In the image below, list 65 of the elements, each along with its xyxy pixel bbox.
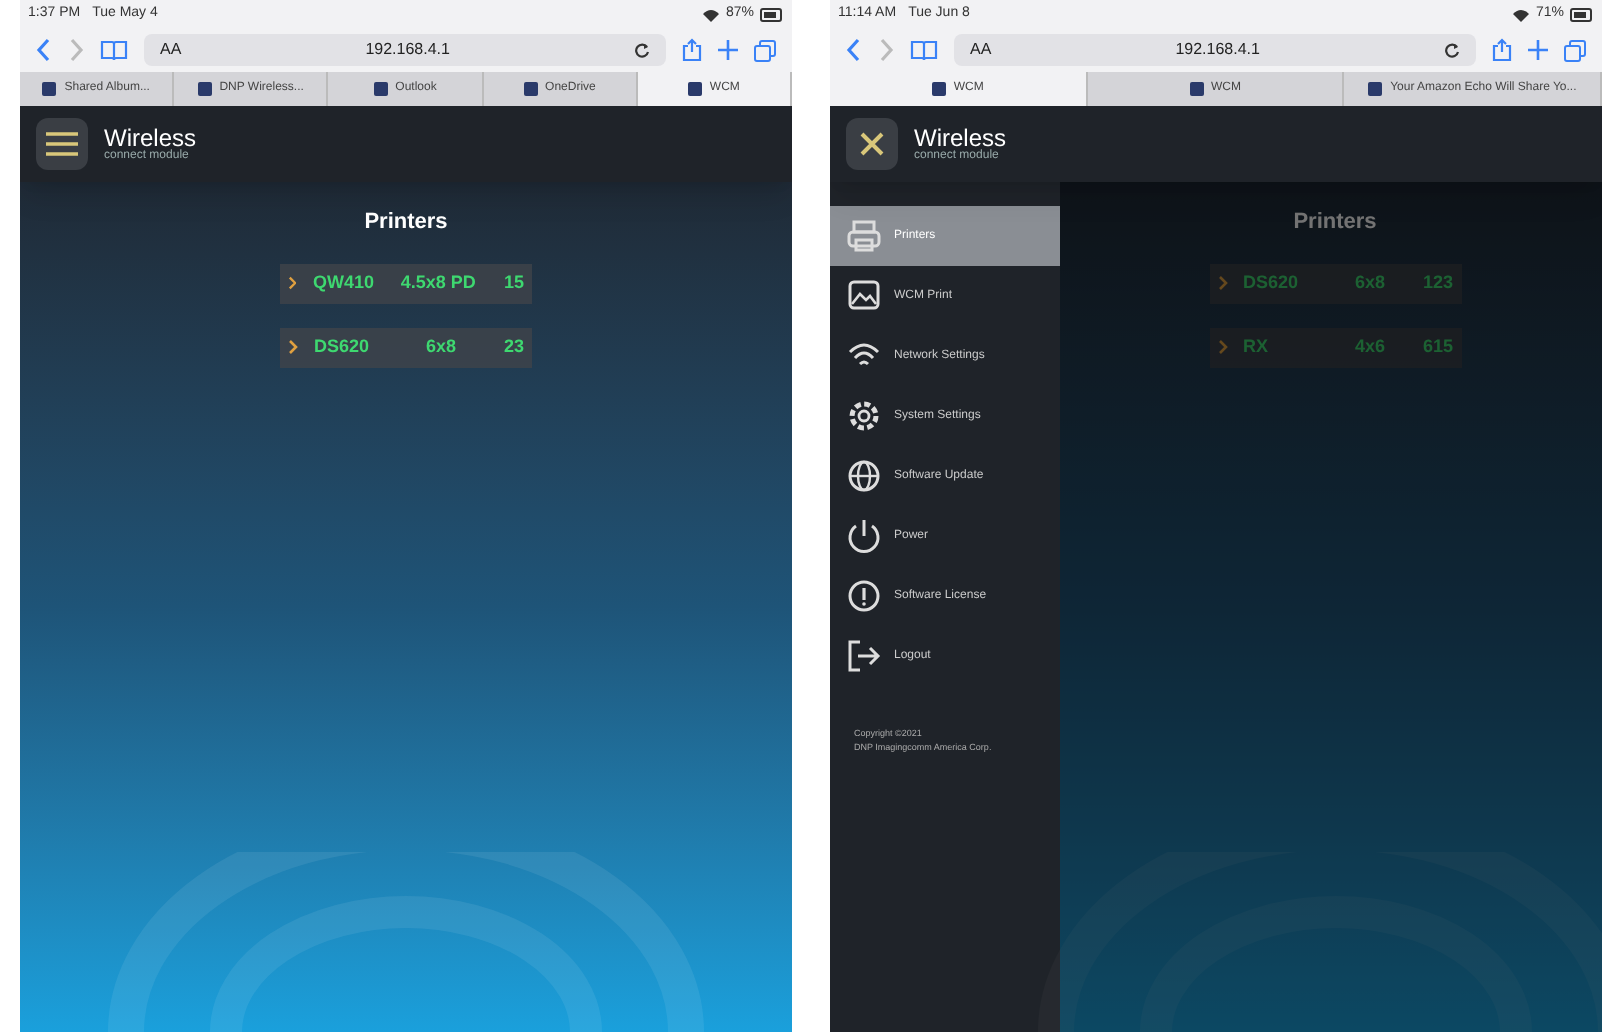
page-title: Printers — [1293, 208, 1377, 238]
picture-icon — [846, 278, 882, 314]
site-icon — [931, 82, 946, 96]
chevron-icon — [288, 340, 298, 354]
settings-icon — [846, 398, 882, 434]
wifi-icon — [1511, 7, 1530, 21]
printer-model: DS620 — [1243, 269, 1301, 296]
forward-icon — [878, 38, 894, 62]
site-icon — [373, 82, 388, 96]
site-icon — [1368, 82, 1383, 96]
plus-icon — [718, 40, 738, 60]
address-field[interactable]: AA 192.168.4.1 — [954, 34, 1476, 66]
back-icon — [36, 38, 52, 62]
site-icon — [1189, 82, 1203, 96]
power-icon — [846, 518, 882, 554]
printer-model: RX — [1243, 333, 1271, 360]
printer-size: 4.5x8 PD — [400, 269, 476, 296]
printer-model: DS620 — [314, 333, 372, 360]
tabs-icon — [1564, 39, 1586, 61]
site-icon — [687, 82, 702, 96]
forward-icon — [68, 38, 84, 62]
printer-row[interactable]: DS620 6x8 23 — [280, 327, 532, 367]
wifi-icon — [701, 7, 720, 21]
plus-icon — [1528, 40, 1548, 60]
reload-icon — [1444, 42, 1460, 58]
printer-size: 4x6 — [1352, 333, 1388, 360]
printer-model: QW410 — [312, 269, 376, 296]
logo-text: Wireless — [914, 126, 1007, 150]
menu-button[interactable] — [36, 118, 88, 170]
logout-icon — [846, 638, 882, 674]
logo-text: Wireless — [104, 126, 197, 150]
text-size-button[interactable]: AA — [970, 38, 992, 62]
printer-count: 615 — [1420, 333, 1453, 360]
page-title: Printers — [364, 208, 448, 238]
printer-count: 23 — [501, 333, 524, 360]
text-size-button[interactable]: AA — [160, 38, 182, 62]
menu-icon — [46, 132, 78, 156]
printer-count: 123 — [1420, 269, 1453, 296]
globe-icon — [846, 458, 882, 494]
site-icon — [523, 82, 538, 96]
url-text: 192.168.4.1 — [365, 38, 450, 62]
info-icon — [846, 578, 882, 614]
printer-icon — [846, 218, 882, 254]
close-menu-button[interactable] — [846, 118, 898, 170]
book-icon — [100, 39, 128, 61]
reload-icon — [634, 42, 650, 58]
site-icon — [42, 82, 57, 96]
printer-size: 6x8 — [423, 333, 459, 360]
share-icon — [1492, 38, 1512, 62]
share-icon — [682, 38, 702, 62]
battery-icon — [760, 7, 784, 21]
back-icon — [846, 38, 862, 62]
book-icon — [910, 39, 938, 61]
chevron-icon — [288, 276, 297, 290]
close-icon — [858, 130, 886, 158]
site-icon — [197, 82, 212, 96]
chevron-icon — [1217, 276, 1227, 290]
battery-icon — [1570, 7, 1594, 21]
printer-size: 6x8 — [1352, 269, 1388, 296]
printer-count: 15 — [502, 269, 525, 296]
printer-row[interactable]: QW410 4.5x8 PD 15 — [280, 263, 532, 303]
address-field[interactable]: AA 192.168.4.1 — [144, 34, 666, 66]
tabs-icon — [754, 39, 776, 61]
url-text: 192.168.4.1 — [1175, 38, 1260, 62]
chevron-icon — [1217, 340, 1227, 354]
